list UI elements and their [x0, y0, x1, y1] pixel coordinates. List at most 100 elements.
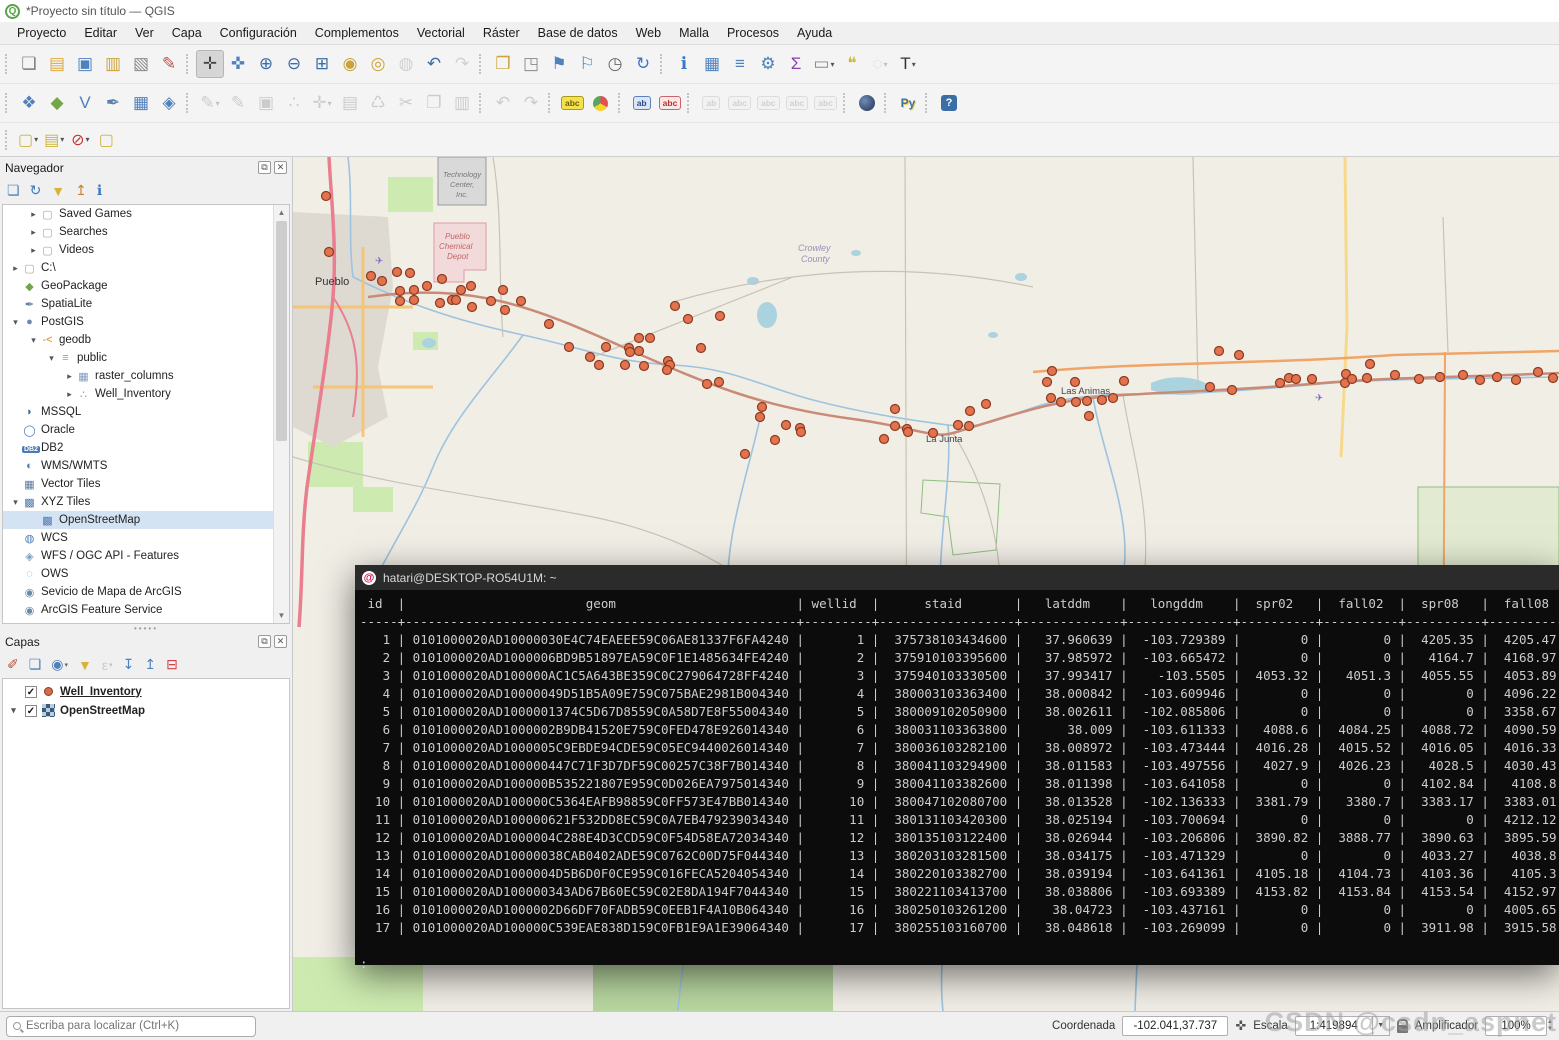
menu-base-de-datos[interactable]: Base de datos [529, 23, 627, 43]
pan-map-button[interactable]: ✛ [196, 50, 224, 78]
locator-box[interactable] [6, 1015, 256, 1037]
expand-all-button[interactable]: ↧ [123, 656, 135, 673]
zoom-full-extent-button[interactable]: ⊞ [308, 50, 336, 78]
filter-legend-button[interactable]: ▼ [78, 657, 92, 673]
select-by-location-button[interactable]: ▢ [93, 127, 119, 153]
processing-toolbox-button[interactable]: ⚙ [754, 50, 782, 78]
navigator-float-button[interactable]: ⧉ [258, 161, 271, 174]
new-geopackage-layer-button[interactable]: ◆ [43, 89, 71, 117]
navigator-close-button[interactable]: ✕ [274, 161, 287, 174]
zoom-to-layer-button[interactable]: ◎ [364, 50, 392, 78]
layer-item-well-inventory[interactable]: ✓ Well_Inventory [3, 682, 289, 701]
browser-item-c-[interactable]: ▸ ▢ C:\ [3, 259, 289, 277]
layer-diagram-button[interactable] [587, 89, 615, 117]
open-attribute-table-button[interactable]: ▦ [698, 50, 726, 78]
menu-ayuda[interactable]: Ayuda [788, 23, 841, 43]
menu-proyecto[interactable]: Proyecto [8, 23, 75, 43]
magnifier-spinner[interactable]: ▲ ▼ [1547, 1016, 1553, 1036]
pan-to-selection-button[interactable]: ✜ [224, 50, 252, 78]
scroll-down-arrow[interactable]: ▼ [274, 608, 289, 623]
manage-map-themes-button[interactable]: ◉ ▾ [51, 656, 68, 673]
menu-capa[interactable]: Capa [163, 23, 211, 43]
menu-web[interactable]: Web [627, 23, 670, 43]
filter-browser-button[interactable]: ▼ [51, 183, 65, 199]
open-project-button[interactable]: ▤ [43, 50, 71, 78]
expander-icon[interactable]: ▸ [27, 227, 40, 238]
browser-item-postgis[interactable]: ▾ ● PostGIS [3, 313, 289, 331]
refresh-browser-button[interactable]: ↻ [30, 182, 42, 199]
pin-labels-button[interactable]: ab [628, 89, 656, 117]
scale-dropdown-arrow[interactable]: ▼ [1372, 1016, 1390, 1036]
locator-input[interactable] [26, 1020, 249, 1032]
browser-item-sevicio-de-mapa-de-arcgis[interactable]: ◉ Sevicio de Mapa de ArcGIS [3, 583, 289, 601]
browser-item-well-inventory[interactable]: ▸ ∴ Well_Inventory [3, 385, 289, 403]
browser-item-wfs-ogc-api-features[interactable]: ◈ WFS / OGC API - Features [3, 547, 289, 565]
browser-scrollbar[interactable]: ▲ ▼ [273, 205, 289, 623]
properties-widget-button[interactable]: ℹ [97, 182, 102, 199]
metasearch-button[interactable] [853, 89, 881, 117]
terminal-window[interactable]: @ hatari@DESKTOP-RO54U1M: ~ id | geom | … [355, 565, 1559, 971]
add-group-button[interactable]: ❏ [29, 656, 42, 673]
python-console-button[interactable]: Py [894, 89, 922, 117]
show-spatial-bookmarks-button[interactable]: ⚐ [573, 50, 601, 78]
zoom-to-selection-button[interactable]: ◉ [336, 50, 364, 78]
collapse-all-layers-button[interactable]: ↥ [144, 656, 156, 673]
zoom-last-button[interactable]: ↶ [420, 50, 448, 78]
new-map-view-button[interactable]: ❒ [489, 50, 517, 78]
menu-r-ster[interactable]: Ráster [474, 23, 529, 43]
menu-editar[interactable]: Editar [75, 23, 126, 43]
scale-lock-icon[interactable] [1396, 1018, 1408, 1033]
new-spatial-bookmark-button[interactable]: ⚑ [545, 50, 573, 78]
new-print-layout-button[interactable]: ▥ [99, 50, 127, 78]
new-project-button[interactable]: ❏ [15, 50, 43, 78]
expander-icon[interactable]: ▾ [9, 497, 22, 508]
identify-features-button[interactable]: ℹ [670, 50, 698, 78]
browser-item-ows[interactable]: ◌ OWS [3, 565, 289, 583]
select-features-by-value-button[interactable]: ▤ ▾ [41, 127, 67, 153]
zoom-in-button[interactable]: ⊕ [252, 50, 280, 78]
menu-vectorial[interactable]: Vectorial [408, 23, 474, 43]
new-virtual-layer-button[interactable]: ◈ [155, 89, 183, 117]
map-tips-button[interactable]: ❝ [838, 50, 866, 78]
collapse-all-button[interactable]: ↥ [75, 182, 87, 199]
expander-icon[interactable]: ▸ [63, 389, 76, 400]
scroll-thumb[interactable] [276, 221, 287, 441]
statistical-summary-button[interactable]: Σ [782, 50, 810, 78]
highlight-pinned-labels-button[interactable]: abc [656, 89, 685, 117]
browser-item-vector-tiles[interactable]: ▦ Vector Tiles [3, 475, 289, 493]
browser-item-saved-games[interactable]: ▸ ▢ Saved Games [3, 205, 289, 223]
zoom-out-button[interactable]: ⊖ [280, 50, 308, 78]
browser-item-raster-columns[interactable]: ▸ ▦ raster_columns [3, 367, 289, 385]
expander-icon[interactable]: ▾ [9, 317, 22, 328]
remove-layer-button[interactable]: ⊟ [166, 656, 178, 673]
expander-icon[interactable]: ▸ [9, 263, 22, 274]
browser-item-wcs[interactable]: ◍ WCS [3, 529, 289, 547]
expander-icon[interactable]: ▸ [27, 245, 40, 256]
browser-item-geodb[interactable]: ▾ -< geodb [3, 331, 289, 349]
layer-visibility-checkbox[interactable]: ✓ [25, 685, 37, 698]
title-bar[interactable]: Q *Proyecto sin título — QGIS [0, 0, 1559, 22]
menu-ver[interactable]: Ver [126, 23, 163, 43]
layers-close-button[interactable]: ✕ [274, 635, 287, 648]
scale-input[interactable] [1294, 1016, 1373, 1036]
browser-item-geopackage[interactable]: ◆ GeoPackage [3, 277, 289, 295]
layer-labeling-button[interactable]: abc [558, 89, 587, 117]
layer-visibility-checkbox[interactable]: ✓ [25, 704, 37, 717]
browser-item-searches[interactable]: ▸ ▢ Searches [3, 223, 289, 241]
show-layout-manager-button[interactable]: ▧ [127, 50, 155, 78]
layers-float-button[interactable]: ⧉ [258, 635, 271, 648]
browser-item-oracle[interactable]: ◯ Oracle [3, 421, 289, 439]
browser-item-openstreetmap[interactable]: ▩ OpenStreetMap [3, 511, 289, 529]
data-source-manager-button[interactable]: ❖ [15, 89, 43, 117]
browser-item-spatialite[interactable]: ✒ SpatiaLite [3, 295, 289, 313]
deselect-features-button[interactable]: ⊘ ▾ [67, 127, 93, 153]
browser-item-xyz-tiles[interactable]: ▾ ▩ XYZ Tiles [3, 493, 289, 511]
menu-complementos[interactable]: Complementos [306, 23, 408, 43]
temporal-controller-button[interactable]: ◷ [601, 50, 629, 78]
add-selected-layers-button[interactable]: ❏ [7, 182, 20, 199]
field-calculator-button[interactable]: ≡ [726, 50, 754, 78]
new-shapefile-layer-button[interactable]: V [71, 89, 99, 117]
coordinate-input[interactable] [1122, 1016, 1229, 1036]
expander-icon[interactable]: ▸ [63, 371, 76, 382]
browser-item-public[interactable]: ▾ ≡ public [3, 349, 289, 367]
